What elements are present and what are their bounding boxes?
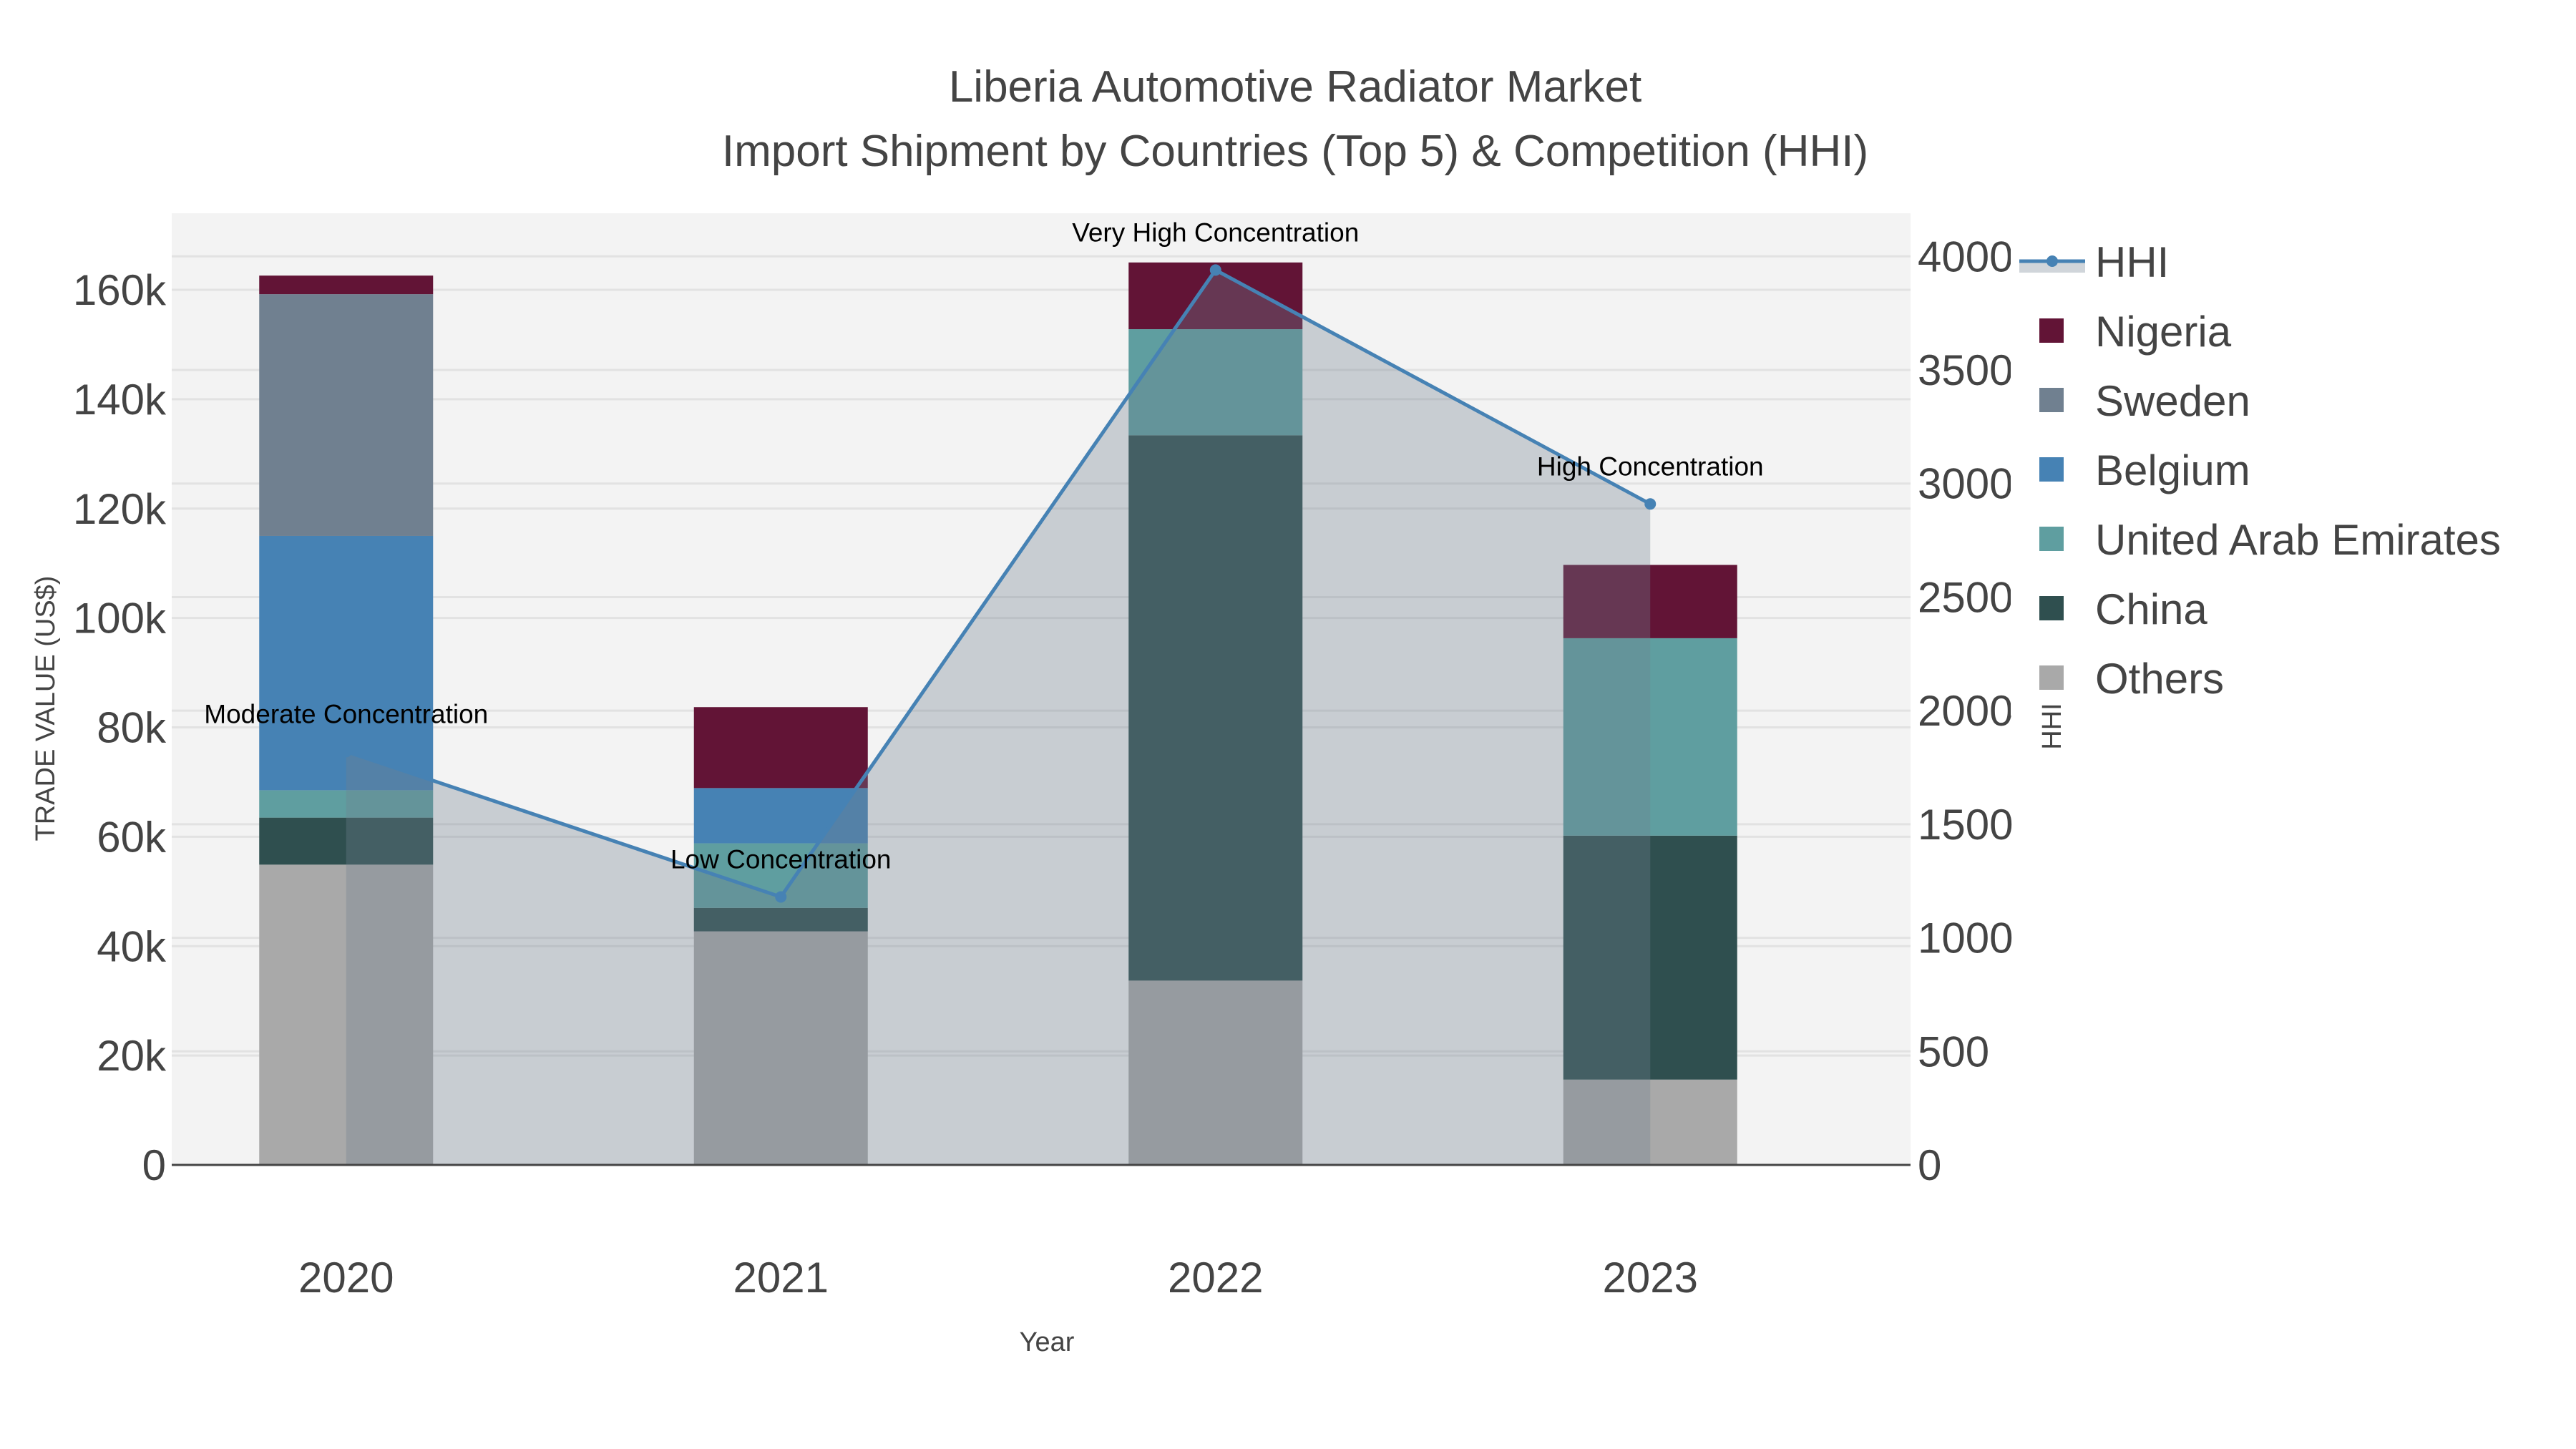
y2-tick-label: 4000 bbox=[1918, 233, 2013, 280]
y-tick-label: 20k bbox=[97, 1032, 167, 1080]
legend-swatch bbox=[2039, 596, 2064, 620]
x-tick-label: 2021 bbox=[733, 1254, 829, 1302]
y2-tick-label: 2500 bbox=[1918, 573, 2013, 621]
y-tick-label: 160k bbox=[73, 266, 167, 314]
legend-label: China bbox=[2095, 585, 2207, 633]
legend-label: Sweden bbox=[2095, 377, 2250, 425]
y2-tick-label: 1500 bbox=[1918, 801, 2013, 849]
legend-label: Others bbox=[2095, 655, 2224, 703]
y2-tick-label: 3000 bbox=[1918, 460, 2013, 508]
x-tick-label: 2020 bbox=[298, 1254, 394, 1302]
y2-tick-label: 1000 bbox=[1918, 914, 2013, 962]
y-tick-label: 140k bbox=[73, 376, 167, 424]
y2-tick-label: 0 bbox=[1918, 1141, 1941, 1189]
legend-label: HHI bbox=[2095, 238, 2169, 286]
y-axis-ticks: 0 20k 40k 60k 80k 100k 120k 140k 160k bbox=[73, 266, 167, 1189]
legend-swatch bbox=[2039, 318, 2064, 343]
hhi-annotation: Moderate Concentration bbox=[204, 699, 488, 728]
y-axis-title: TRADE VALUE (US$) bbox=[31, 576, 61, 841]
y-tick-label: 120k bbox=[73, 485, 167, 533]
hhi-point bbox=[775, 891, 787, 903]
bar-nigeria-2021 bbox=[693, 707, 868, 789]
legend-label: Nigeria bbox=[2095, 308, 2232, 356]
hhi-point bbox=[1209, 264, 1221, 276]
chart-subtitle: Import Shipment by Countries (Top 5) & C… bbox=[722, 127, 1868, 176]
hhi-point bbox=[1644, 498, 1657, 510]
chart-title: Liberia Automotive Radiator Market bbox=[949, 62, 1641, 112]
bar-sweden-2020 bbox=[259, 294, 434, 536]
legend-swatch bbox=[2039, 665, 2064, 690]
hhi-annotation: High Concentration bbox=[1537, 452, 1764, 481]
y2-axis-ticks: 0 500 1000 1500 2000 2500 3000 3500 4000 bbox=[1918, 233, 2013, 1189]
y-tick-label: 80k bbox=[97, 704, 167, 752]
hhi-annotation: Very High Concentration bbox=[1072, 218, 1359, 247]
y-tick-label: 0 bbox=[142, 1141, 166, 1189]
y2-axis-title: HHI bbox=[2037, 703, 2067, 749]
y2-tick-label: 3500 bbox=[1918, 346, 2013, 394]
legend-label: Belgium bbox=[2095, 447, 2250, 494]
x-tick-label: 2023 bbox=[1603, 1254, 1698, 1302]
y2-tick-label: 500 bbox=[1918, 1028, 1989, 1075]
y-tick-label: 40k bbox=[97, 922, 167, 970]
legend-swatch bbox=[2039, 388, 2064, 412]
bar-nigeria-2020 bbox=[259, 275, 434, 295]
chart: Liberia Automotive Radiator Market Impor… bbox=[31, 62, 2576, 1357]
legend-label: United Arab Emirates bbox=[2095, 516, 2501, 564]
y-tick-label: 60k bbox=[97, 813, 167, 861]
hhi-annotation: Low Concentration bbox=[670, 844, 892, 874]
y-tick-label: 100k bbox=[73, 595, 167, 643]
x-tick-label: 2022 bbox=[1168, 1254, 1263, 1302]
x-axis-title: Year bbox=[1020, 1327, 1075, 1357]
legend-swatch bbox=[2039, 457, 2064, 482]
legend-swatch bbox=[2039, 527, 2064, 551]
legend-marker bbox=[2046, 255, 2058, 267]
y2-tick-label: 2000 bbox=[1918, 687, 2013, 735]
x-axis-ticks: 2020 2021 2022 2023 bbox=[298, 1254, 1698, 1302]
legend-item-united-arab-emirates[interactable]: United Arab Emirates bbox=[2039, 516, 2501, 564]
hhi-point bbox=[340, 746, 352, 758]
